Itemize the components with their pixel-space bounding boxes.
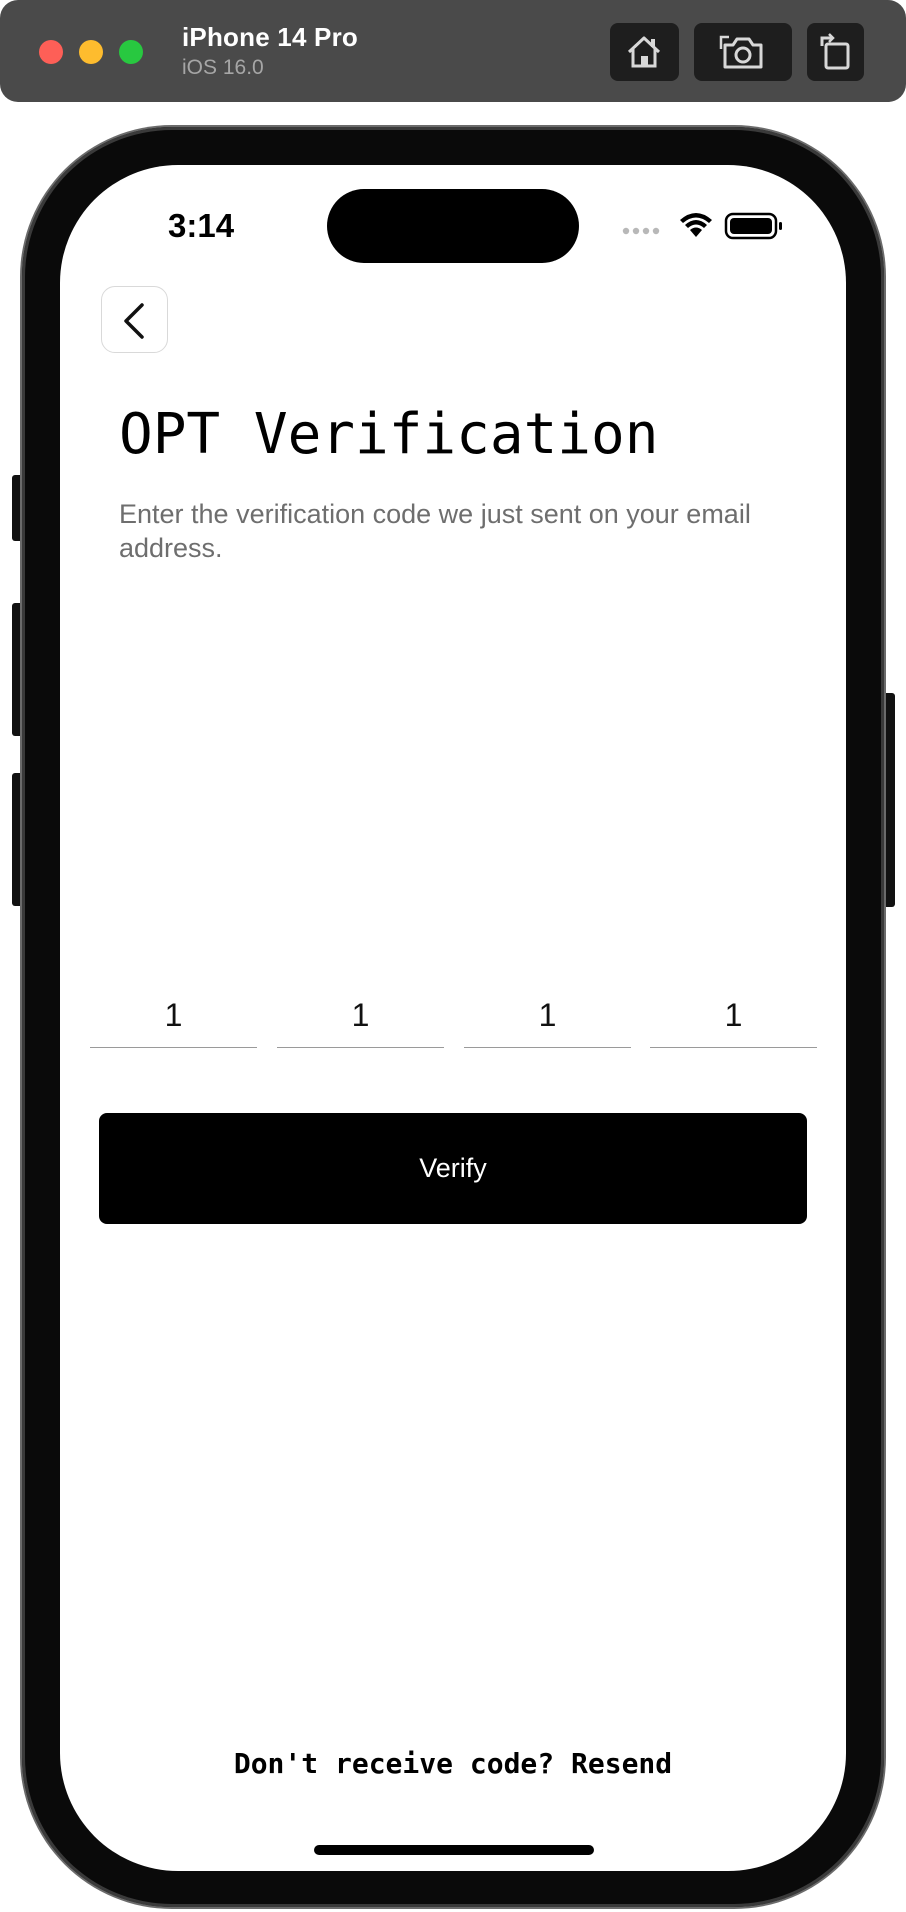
status-icons (622, 212, 782, 240)
otp-digit-1[interactable]: 1 (90, 995, 257, 1048)
resend-row: Don't receive code? Resend (60, 1747, 846, 1780)
screenshot-icon (719, 35, 763, 69)
simulator-window: iPhone 14 Pro iOS 16.0 3:14 OPT Verifica… (0, 0, 906, 1912)
battery-icon (724, 212, 782, 240)
cellular-dots-icon (622, 227, 660, 235)
chevron-left-icon (124, 303, 144, 339)
verify-button[interactable]: Verify (99, 1113, 807, 1224)
home-indicator (314, 1845, 594, 1855)
dynamic-island (327, 189, 579, 263)
resend-link[interactable]: Resend (571, 1747, 672, 1780)
rotate-icon (820, 33, 850, 70)
otp-digit-4[interactable]: 1 (650, 995, 817, 1048)
back-button[interactable] (101, 286, 168, 353)
screenshot-button[interactable] (694, 23, 792, 81)
minimize-window-button[interactable] (79, 40, 103, 64)
wifi-icon (680, 213, 712, 237)
phone-screen: 3:14 OPT Verification Enter the verifica… (60, 165, 846, 1871)
otp-digit-3[interactable]: 1 (464, 995, 631, 1048)
home-icon (627, 36, 661, 68)
simulator-title-bar: iPhone 14 Pro iOS 16.0 (0, 0, 906, 102)
device-name: iPhone 14 Pro (182, 22, 358, 52)
close-window-button[interactable] (39, 40, 63, 64)
status-time: 3:14 (168, 207, 235, 244)
otp-digit-2[interactable]: 1 (277, 995, 444, 1048)
page-title: OPT Verification (119, 402, 659, 467)
resend-prompt: Don't receive code? (233, 1747, 555, 1780)
zoom-window-button[interactable] (119, 40, 143, 64)
home-button[interactable] (610, 23, 679, 81)
page-subtitle: Enter the verification code we just sent… (119, 499, 751, 563)
power-button (883, 693, 895, 907)
rotate-button[interactable] (807, 23, 864, 81)
os-version: iOS 16.0 (182, 56, 264, 79)
